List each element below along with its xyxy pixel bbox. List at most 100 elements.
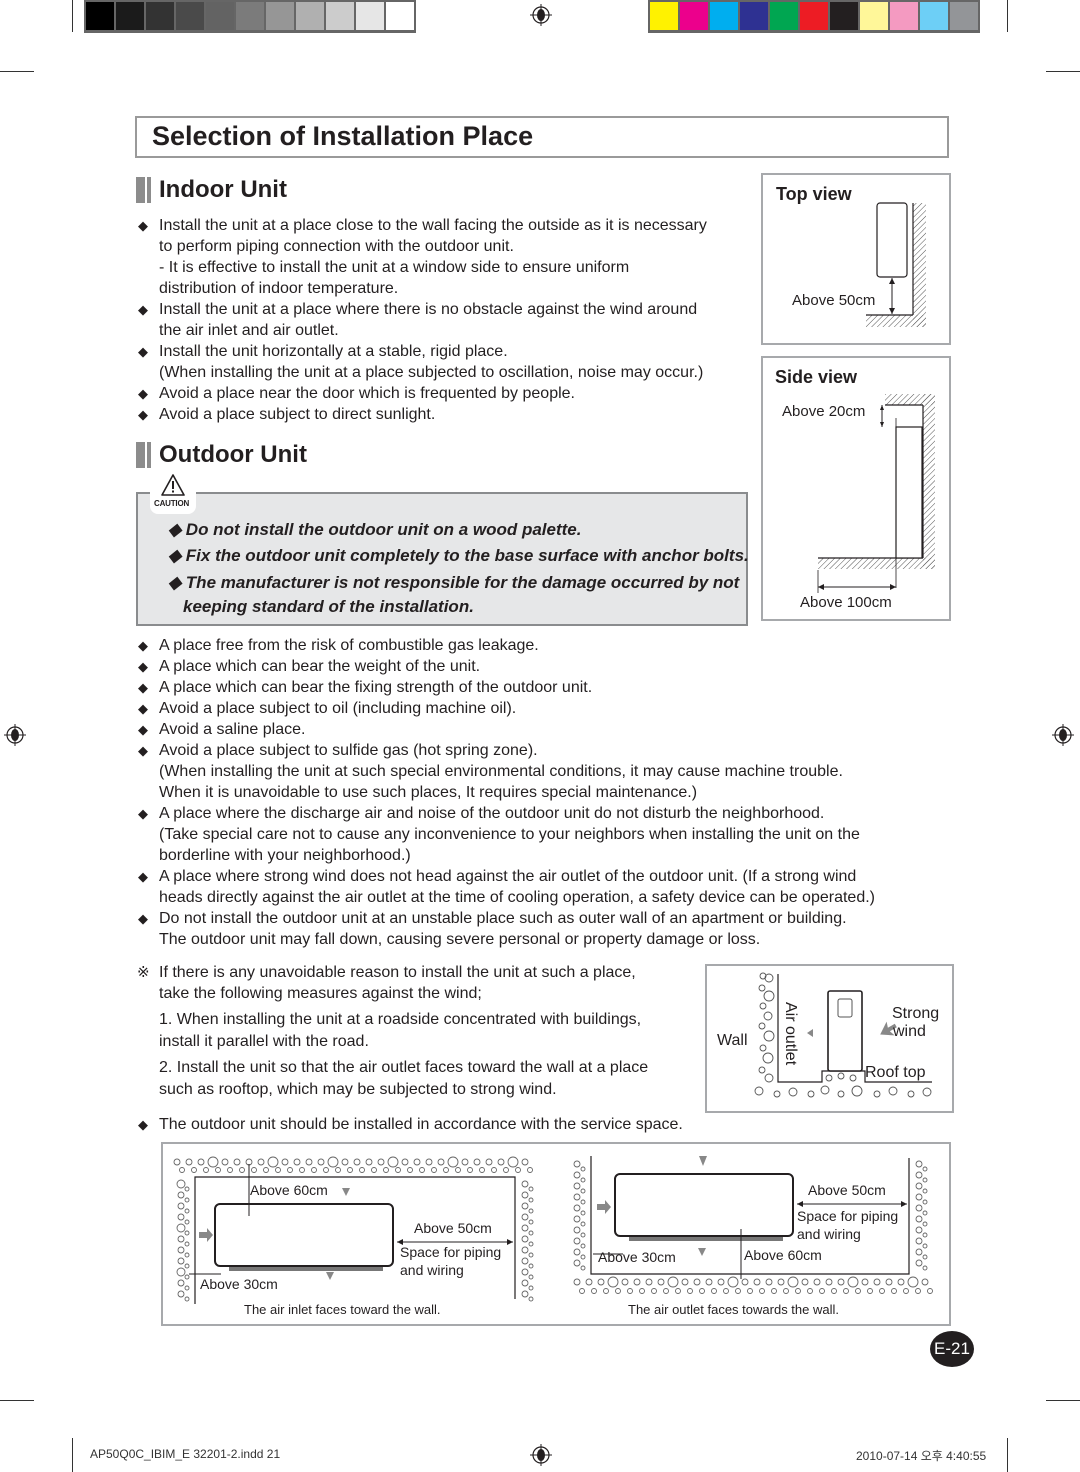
warning-triangle-icon bbox=[161, 474, 185, 496]
page-number-badge: E-21 bbox=[930, 1331, 974, 1367]
note-line: If there is any unavoidable reason to in… bbox=[159, 964, 636, 981]
bullet-diamond-icon: ◆ bbox=[138, 386, 148, 401]
wall-label: Wall bbox=[717, 1032, 748, 1049]
color-swatch bbox=[890, 2, 918, 30]
caution-line: keeping standard of the installation. bbox=[183, 597, 474, 616]
left-side-30-label: Above 30cm bbox=[200, 1276, 278, 1292]
gray-swatch bbox=[266, 2, 294, 30]
top-view-diagram bbox=[866, 202, 926, 327]
right-piping-label: Space for piping bbox=[797, 1208, 899, 1224]
gray-swatch bbox=[86, 2, 114, 30]
bullet-diamond-icon: ◆ bbox=[138, 806, 148, 821]
bullet-diamond-icon: ◆ bbox=[138, 638, 148, 653]
list-item-continuation: the air inlet and air outlet. bbox=[159, 322, 339, 339]
gray-swatch bbox=[296, 2, 324, 30]
strong-wind-label: Strong bbox=[892, 1005, 940, 1022]
side-view-panel: Side view Above 20cm Above 100cm bbox=[761, 356, 951, 621]
right-piping-label: and wiring bbox=[797, 1226, 861, 1242]
color-swatch bbox=[770, 2, 798, 30]
crop-mark bbox=[72, 0, 73, 32]
list-item: Avoid a place subject to oil (including … bbox=[159, 700, 517, 717]
list-item: Avoid a place near the door which is fre… bbox=[159, 385, 575, 402]
process-color-bar bbox=[648, 0, 980, 33]
list-item: Do not install the outdoor unit at an un… bbox=[159, 910, 847, 927]
caution-line: ◆ Do not install the outdoor unit on a w… bbox=[168, 520, 582, 539]
list-item: A place which can bear the weight of the… bbox=[159, 658, 481, 675]
bullet-diamond-icon: ◆ bbox=[138, 743, 148, 758]
gray-swatch bbox=[146, 2, 174, 30]
crop-mark bbox=[1046, 71, 1080, 72]
list-item-continuation: When it is unavoidable to use such place… bbox=[159, 784, 698, 801]
list-item-continuation: heads directly against the air outlet at… bbox=[159, 889, 875, 906]
outdoor-unit-heading: Outdoor Unit bbox=[159, 441, 307, 468]
section-marker-icon bbox=[136, 177, 152, 203]
list-item: Install the unit horizontally at a stabl… bbox=[159, 343, 508, 360]
note-line: take the following measures against the … bbox=[159, 985, 482, 1002]
bullet-diamond-icon: ◆ bbox=[138, 659, 148, 674]
crop-mark bbox=[1007, 0, 1008, 32]
color-swatch bbox=[830, 2, 858, 30]
bullet-diamond-icon: ◆ bbox=[138, 302, 148, 317]
wind-diagram-panel: Wall Air outlet Strong wind Roof top bbox=[705, 964, 954, 1113]
color-swatch bbox=[950, 2, 978, 30]
color-swatch bbox=[650, 2, 678, 30]
color-swatch bbox=[710, 2, 738, 30]
service-space-note: The outdoor unit should be installed in … bbox=[159, 1116, 683, 1133]
section-marker-icon bbox=[136, 442, 152, 468]
footer-filename: AP50Q0C_IBIM_E 32201-2.indd 21 bbox=[90, 1447, 281, 1461]
left-piping-label: Space for piping bbox=[400, 1244, 502, 1260]
color-swatch bbox=[740, 2, 768, 30]
side-view-top-clearance-label: Above 20cm bbox=[782, 403, 866, 420]
right-caption: The air outlet faces towards the wall. bbox=[628, 1302, 839, 1317]
list-item-continuation: (When installing the unit at such specia… bbox=[159, 763, 843, 780]
bullet-diamond-icon: ◆ bbox=[138, 722, 148, 737]
caution-line: ◆ The manufacturer is not responsible fo… bbox=[168, 573, 740, 592]
gray-color-bar bbox=[84, 0, 416, 33]
list-item: Avoid a place subject to direct sunlight… bbox=[159, 406, 436, 423]
gray-swatch bbox=[206, 2, 234, 30]
caution-label: CAUTION bbox=[154, 499, 190, 508]
right-side-30-label: Above 30cm bbox=[598, 1249, 676, 1265]
left-top-clearance-label: Above 60cm bbox=[250, 1182, 328, 1198]
list-item: A place free from the risk of combustibl… bbox=[159, 637, 539, 654]
note-line: install it parallel with the road. bbox=[159, 1033, 369, 1050]
service-space-panel: Above 60cm Above 50cm Space for piping a… bbox=[161, 1142, 951, 1326]
bullet-diamond-icon: ◆ bbox=[138, 218, 148, 233]
crop-mark bbox=[1007, 1438, 1008, 1472]
note-line: such as rooftop, which may be subjected … bbox=[159, 1081, 557, 1098]
list-item: A place which can bear the fixing streng… bbox=[159, 679, 593, 696]
left-caption: The air inlet faces toward the wall. bbox=[244, 1302, 441, 1317]
list-item-continuation: to perform piping connection with the ou… bbox=[159, 238, 514, 255]
list-item: Install the unit at a place where there … bbox=[159, 301, 698, 318]
caution-line: ◆ Fix the outdoor unit completely to the… bbox=[168, 546, 749, 565]
bullet-diamond-icon: ◆ bbox=[138, 911, 148, 926]
gray-swatch bbox=[326, 2, 354, 30]
list-item-continuation: (Take special care not to cause any inco… bbox=[159, 826, 860, 843]
registration-mark-icon bbox=[1052, 724, 1074, 746]
bullet-diamond-icon: ◆ bbox=[138, 680, 148, 695]
color-swatch bbox=[680, 2, 708, 30]
list-item: A place where strong wind does not head … bbox=[159, 868, 857, 885]
list-item: A place where the discharge air and nois… bbox=[159, 805, 825, 822]
gray-swatch bbox=[236, 2, 264, 30]
side-view-front-clearance-label: Above 100cm bbox=[800, 594, 892, 611]
left-side-clearance-label: Above 50cm bbox=[414, 1220, 492, 1236]
list-item-continuation: distribution of indoor temperature. bbox=[159, 280, 399, 297]
note-symbol-icon: ※ bbox=[137, 964, 150, 981]
note-line: 1. When installing the unit at a roadsid… bbox=[159, 1011, 642, 1028]
color-swatch bbox=[920, 2, 948, 30]
top-view-clearance-label: Above 50cm bbox=[792, 292, 876, 309]
list-item: Avoid a saline place. bbox=[159, 721, 306, 738]
bullet-diamond-icon: ◆ bbox=[138, 1117, 148, 1132]
list-item: Avoid a place subject to sulfide gas (ho… bbox=[159, 742, 538, 759]
indoor-unit-heading: Indoor Unit bbox=[159, 176, 287, 203]
page-title: Selection of Installation Place bbox=[152, 121, 534, 151]
color-swatch bbox=[860, 2, 888, 30]
roof-top-label: Roof top bbox=[865, 1064, 926, 1081]
crop-mark bbox=[72, 1438, 73, 1472]
list-item-continuation: - It is effective to install the unit at… bbox=[159, 259, 630, 276]
registration-mark-icon bbox=[4, 724, 26, 746]
color-swatch bbox=[800, 2, 828, 30]
right-side-clearance-label: Above 50cm bbox=[808, 1182, 886, 1198]
top-view-panel: Top view Above 50cm bbox=[761, 173, 951, 345]
